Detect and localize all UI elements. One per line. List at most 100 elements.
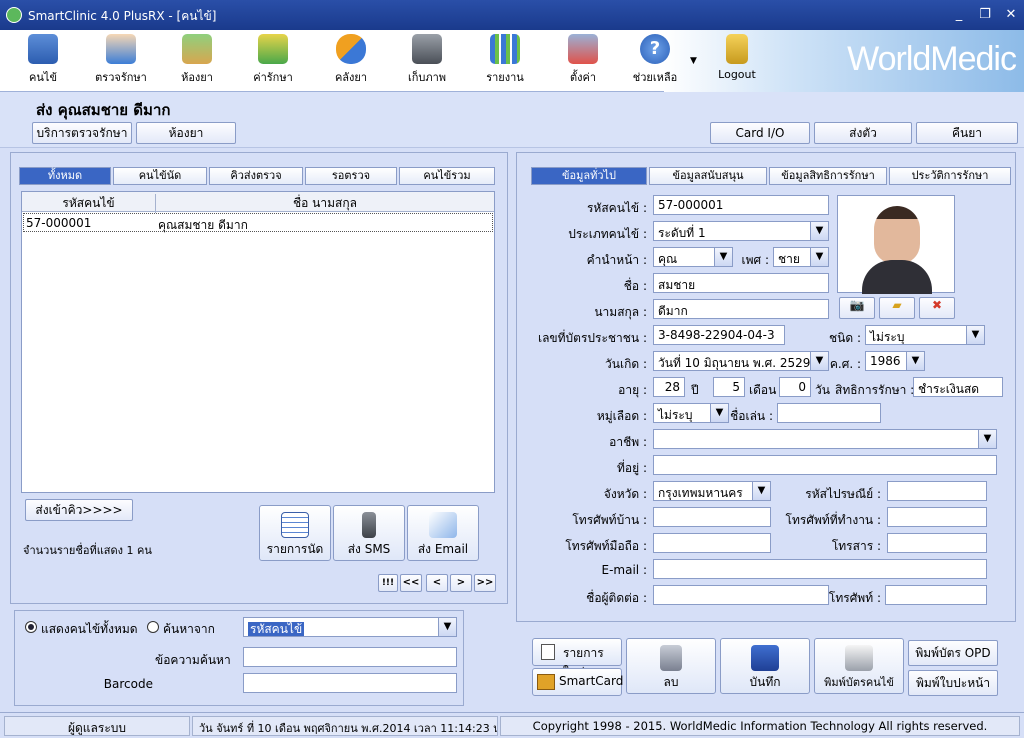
toolbar-exam-button[interactable]: ตรวจรักษา: [86, 34, 156, 90]
contact-label: ชื่อผู้ติดต่อ :: [586, 591, 647, 605]
toolbar-settings-button[interactable]: ตั้งค่า: [548, 34, 618, 90]
age-years-input[interactable]: 28: [653, 377, 685, 397]
delete-photo-icon[interactable]: ✖: [919, 297, 955, 319]
pharmacy-button[interactable]: ห้องยา: [136, 122, 236, 144]
last-name-label: นามสกุล :: [594, 305, 647, 319]
patient-type-select[interactable]: ระดับที่ 1 ▼: [653, 221, 829, 241]
refer-button[interactable]: ส่งตัว: [814, 122, 912, 144]
return-drug-button[interactable]: คืนยา: [916, 122, 1018, 144]
home-phone-input[interactable]: [653, 507, 771, 527]
patient-table: รหัสคนไข้ ชื่อ นามสกุล 57-000001 คุณสมชา…: [21, 191, 495, 493]
work-phone-input[interactable]: [887, 507, 987, 527]
chevron-down-icon: ▼: [438, 618, 456, 636]
send-queue-button[interactable]: ส่งเข้าคิว>>>>: [25, 499, 133, 521]
send-sms-button[interactable]: ส่ง SMS: [333, 505, 405, 561]
radio-search-by[interactable]: [147, 621, 159, 633]
nickname-label: ชื่อเล่น :: [730, 409, 773, 423]
restore-icon[interactable]: ❐: [974, 6, 996, 24]
pager-prev-page-icon[interactable]: <<: [400, 574, 422, 592]
minimize-icon[interactable]: _: [948, 6, 970, 24]
mobile-input[interactable]: [653, 533, 771, 553]
chevron-down-icon: ▼: [714, 248, 732, 266]
age-months-input[interactable]: 5: [713, 377, 745, 397]
calendar-icon: [281, 512, 309, 538]
id-type-label: ชนิด :: [829, 331, 861, 345]
tab-history[interactable]: ประวัติการรักษา: [889, 167, 1011, 185]
age-days-input[interactable]: 0: [779, 377, 811, 397]
hn-input[interactable]: 57-000001: [653, 195, 829, 215]
capture-camera-icon[interactable]: 📷: [839, 297, 875, 319]
tab-waiting[interactable]: รอตรวจ: [305, 167, 397, 185]
smartcard-button[interactable]: SmartCard: [532, 668, 623, 696]
new-item-button[interactable]: รายการใหม่: [532, 638, 622, 679]
exam-service-button[interactable]: บริการตรวจรักษา: [32, 122, 132, 144]
card-io-button[interactable]: Card I/O: [710, 122, 810, 144]
column-header-name[interactable]: ชื่อ นามสกุล: [156, 194, 494, 213]
pager-last-icon[interactable]: >>: [474, 574, 496, 592]
pager-first-icon[interactable]: !!!: [378, 574, 398, 592]
radio-show-all[interactable]: [25, 621, 37, 633]
occupation-label: อาชีพ :: [609, 435, 647, 449]
nickname-input[interactable]: [777, 403, 881, 423]
treatment-right-input[interactable]: ชำระเงินสด: [913, 377, 1003, 397]
smartcard-icon: [537, 674, 555, 690]
zip-input[interactable]: [887, 481, 987, 501]
tab-general[interactable]: ข้อมูลทั่วไป: [531, 167, 647, 185]
open-folder-icon[interactable]: ▰: [879, 297, 915, 319]
email-input[interactable]: [653, 559, 987, 579]
id-card-input[interactable]: 3-8498-22904-04-3: [653, 325, 785, 345]
contact-input[interactable]: [653, 585, 829, 605]
province-select[interactable]: กรุงเทพมหานคร ▼: [653, 481, 771, 501]
tab-queue[interactable]: คิวส่งตรวจ: [209, 167, 303, 185]
tab-support[interactable]: ข้อมูลสนับสนุน: [649, 167, 767, 185]
print-patient-card-button[interactable]: พิมพ์บัตรคนไข้: [814, 638, 904, 694]
pager-next-icon[interactable]: >: [450, 574, 472, 592]
id-card-label: เลขที่บัตรประชาชน :: [537, 331, 647, 345]
occupation-select[interactable]: ▼: [653, 429, 997, 449]
toolbar-help-button[interactable]: ? ช่วยเหลือ: [620, 34, 690, 90]
toolbar-drugstore-button[interactable]: คลังยา: [316, 34, 386, 90]
barcode-input[interactable]: [243, 673, 457, 693]
delete-button[interactable]: ลบ: [626, 638, 716, 694]
address-input[interactable]: [653, 455, 997, 475]
tab-all[interactable]: ทั้งหมด: [19, 167, 111, 185]
face-image: [874, 206, 920, 264]
toolbar-pharmacy-button[interactable]: ห้องยา: [162, 34, 232, 90]
blood-group-select[interactable]: ไม่ระบุ ▼: [653, 403, 729, 423]
table-header: รหัสคนไข้ ชื่อ นามสกุล: [22, 192, 494, 213]
column-header-hn[interactable]: รหัสคนไข้: [22, 194, 156, 213]
chevron-down-icon: ▼: [978, 430, 996, 448]
toolbar-billing-button[interactable]: ค่ารักษา: [238, 34, 308, 90]
pager-prev-icon[interactable]: <: [426, 574, 448, 592]
print-opd-card-button[interactable]: พิมพ์บัตร OPD: [908, 640, 998, 666]
first-name-input[interactable]: สมชาย: [653, 273, 829, 293]
fax-input[interactable]: [887, 533, 987, 553]
patient-detail-panel: ข้อมูลทั่วไป ข้อมูลสนับสนุน ข้อมูลสิทธิก…: [516, 152, 1016, 622]
contact-phone-input[interactable]: [885, 585, 987, 605]
table-row[interactable]: 57-000001 คุณสมชาย ดีมาก: [23, 213, 493, 232]
tab-combined[interactable]: คนไข้รวม: [399, 167, 495, 185]
last-name-input[interactable]: ดีมาก: [653, 299, 829, 319]
search-field-select[interactable]: รหัสคนไข้ ▼: [243, 617, 457, 637]
id-type-select[interactable]: ไม่ระบุ ▼: [865, 325, 985, 345]
help-dropdown-icon[interactable]: ▼: [690, 56, 697, 66]
save-button[interactable]: บันทึก: [720, 638, 810, 694]
print-cover-button[interactable]: พิมพ์ใบปะหน้า: [908, 670, 998, 696]
tab-rights[interactable]: ข้อมูลสิทธิการรักษา: [769, 167, 887, 185]
toolbar-patient-button[interactable]: คนไข้: [8, 34, 78, 90]
toolbar-logout-button[interactable]: Logout: [702, 34, 772, 90]
prefix-select[interactable]: คุณ ▼: [653, 247, 733, 267]
toolbar-report-button[interactable]: รายงาน: [470, 34, 540, 90]
keyword-input[interactable]: [243, 647, 457, 667]
appointment-list-button[interactable]: รายการนัด: [259, 505, 331, 561]
sex-select[interactable]: ชาย ▼: [773, 247, 829, 267]
tab-appointment[interactable]: คนไข้นัด: [113, 167, 207, 185]
brand-logo: WorldMedic: [847, 40, 1017, 78]
radio-search-by-label: ค้นหาจาก: [163, 622, 215, 636]
close-icon[interactable]: ✕: [1000, 6, 1022, 24]
send-email-button[interactable]: ส่ง Email: [407, 505, 479, 561]
ce-year-select[interactable]: 1986 ▼: [865, 351, 925, 371]
dob-select[interactable]: วันที่ 10 มิถุนายน พ.ศ. 2529 ▼: [653, 351, 829, 371]
patient-list-panel: ทั้งหมด คนไข้นัด คิวส่งตรวจ รอตรวจ คนไข้…: [10, 152, 508, 604]
toolbar-image-button[interactable]: เก็บภาพ: [392, 34, 462, 90]
